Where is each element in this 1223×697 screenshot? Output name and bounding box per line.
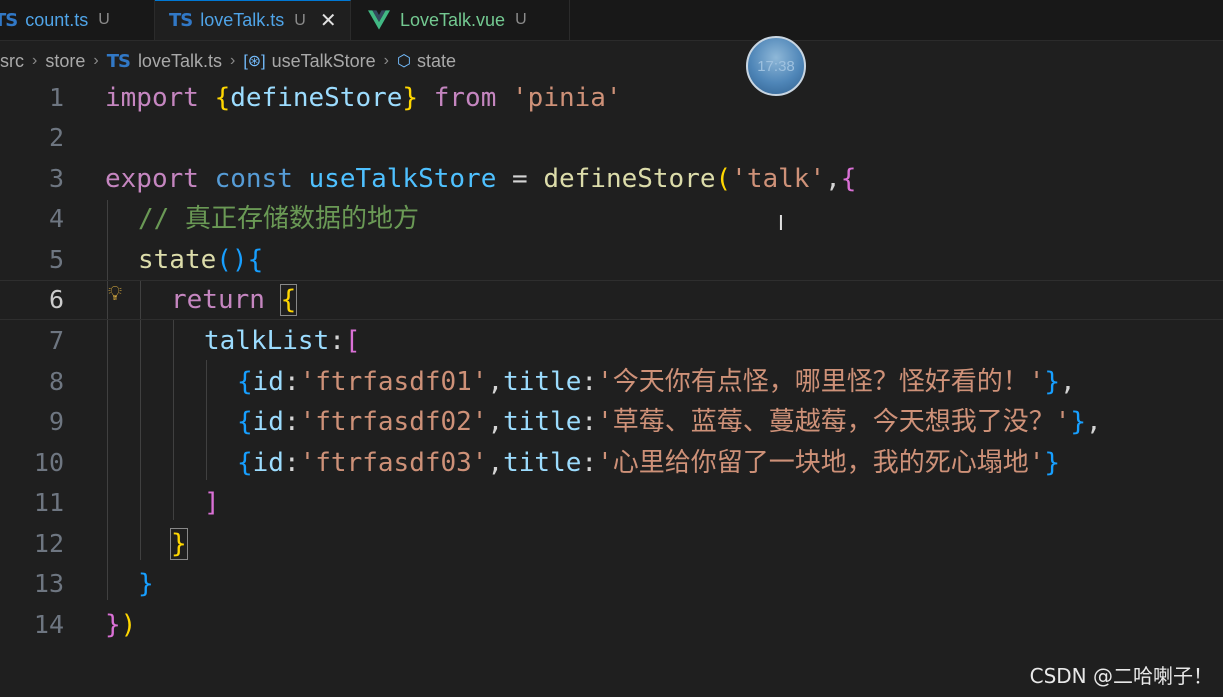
code-text: ] (204, 488, 220, 518)
code-text: {id:'ftrfasdf03',title:'心里给你留了一块地，我的死心塌地… (237, 448, 1061, 478)
vue-icon (368, 10, 390, 30)
code-text: export const useTalkStore = defineStore(… (105, 164, 857, 194)
line-number: 7 (48, 326, 64, 355)
tab-count-ts[interactable]: TS count.ts U (0, 0, 155, 40)
line-number: 5 (48, 245, 64, 274)
code-text: {id:'ftrfasdf02',title:'草莓、蓝莓、蔓越莓，今天想我了没… (237, 407, 1102, 437)
line-number: 4 (48, 204, 64, 233)
breadcrumb-item-src[interactable]: src (0, 51, 24, 72)
code-text: // 真正存储数据的地方 (138, 204, 419, 234)
clock-time: 17:38 (757, 57, 795, 75)
code-line: 1 import {defineStore} from 'pinia' (0, 78, 1223, 118)
line-number: 2 (48, 123, 64, 152)
breadcrumb-item-method[interactable]: state (417, 51, 456, 72)
line-number: 9 (48, 407, 64, 436)
line-number: 13 (33, 569, 64, 598)
code-text: } (138, 569, 154, 599)
breadcrumb: src › store › TS loveTalk.ts › [⊛] useTa… (0, 46, 456, 76)
code-text: talkList:[ (204, 326, 361, 356)
line-number: 1 (48, 83, 64, 112)
chevron-right-icon: › (229, 52, 236, 69)
code-line: 8 {id:'ftrfasdf01',title:'今天你有点怪，哪里怪？怪好看… (0, 362, 1223, 402)
code-line: 14 }) (0, 605, 1223, 645)
breadcrumb-item-store[interactable]: store (45, 51, 85, 72)
code-line: 13 } (0, 564, 1223, 604)
chevron-right-icon: › (383, 52, 389, 69)
line-number: 3 (48, 164, 64, 193)
code-line: 12 } (0, 524, 1223, 564)
tab-label: count.ts (25, 9, 89, 30)
untracked-badge: U (294, 11, 306, 29)
watermark: CSDN @二哈喇子！ (1029, 664, 1213, 688)
typescript-icon: TS (0, 9, 18, 31)
line-number: 10 (33, 448, 64, 477)
line-number: 14 (33, 610, 64, 639)
cube-icon: ⬡ (397, 53, 411, 70)
code-line: 5 state(){ (0, 240, 1223, 280)
untracked-badge: U (98, 11, 110, 28)
breadcrumb-item-symbol[interactable]: useTalkStore (272, 51, 376, 72)
line-number: 8 (48, 367, 64, 396)
code-text: import {defineStore} from 'pinia' (105, 83, 622, 113)
code-text: } (170, 528, 188, 560)
code-line: 3 export const useTalkStore = defineStor… (0, 159, 1223, 199)
code-text: {id:'ftrfasdf01',title:'今天你有点怪，哪里怪？怪好看的！… (237, 367, 1076, 397)
chevron-right-icon: › (93, 52, 99, 69)
close-icon[interactable]: ✕ (320, 8, 337, 33)
typescript-icon: TS (106, 50, 131, 72)
code-line: 7 talkList:[ (0, 321, 1223, 361)
code-line: 9 {id:'ftrfasdf02',title:'草莓、蓝莓、蔓越莓，今天想我… (0, 402, 1223, 442)
editor-tab-bar: TS count.ts U TS loveTalk.ts U ✕ LoveTal… (0, 0, 1223, 41)
text-cursor-icon: I (778, 211, 784, 235)
code-line: 4 // 真正存储数据的地方 (0, 199, 1223, 239)
line-number: 11 (33, 488, 64, 517)
chevron-right-icon: › (32, 52, 38, 69)
breadcrumb-item-file[interactable]: loveTalk.ts (138, 51, 222, 72)
tab-lovetalk-vue[interactable]: LoveTalk.vue U (352, 0, 570, 40)
line-number: 12 (33, 529, 64, 558)
code-line: 11 ] (0, 483, 1223, 523)
typescript-icon: TS (169, 10, 193, 31)
code-line: 10 {id:'ftrfasdf03',title:'心里给你留了一块地，我的死… (0, 443, 1223, 483)
code-editor[interactable]: 1 import {defineStore} from 'pinia' 2 3 … (0, 78, 1223, 648)
lightbulb-icon[interactable]: 💡︎ (108, 281, 122, 305)
code-text: return { (171, 284, 298, 316)
tab-label: loveTalk.ts (200, 10, 285, 30)
tab-label: LoveTalk.vue (400, 9, 506, 30)
code-text: }) (105, 610, 137, 640)
code-text: state(){ (138, 245, 264, 275)
line-number: 6 (48, 285, 64, 314)
tab-lovetalk-ts[interactable]: TS loveTalk.ts U ✕ (155, 0, 351, 40)
variable-icon: [⊛] (243, 53, 266, 70)
code-line: 2 (0, 118, 1223, 158)
untracked-badge: U (515, 11, 527, 28)
code-line-current: 6 return { (0, 280, 1223, 320)
